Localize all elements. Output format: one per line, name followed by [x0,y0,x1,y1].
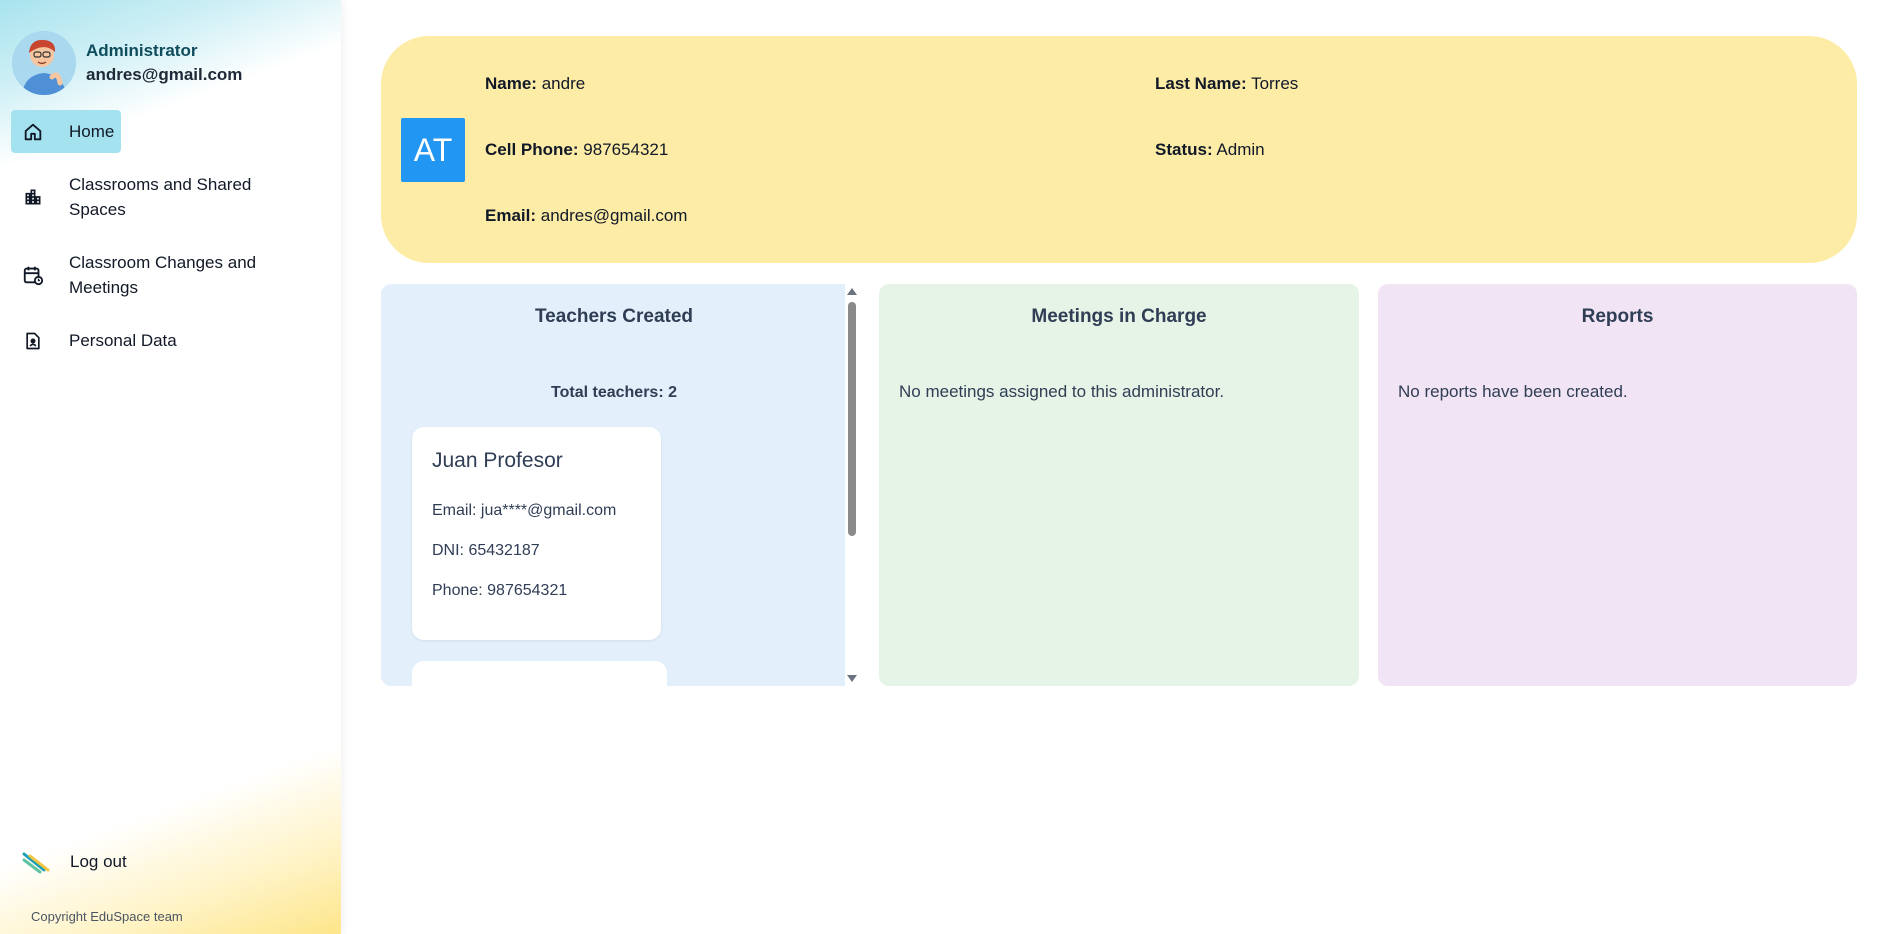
sidebar-item-label: Classroom Changes and Meetings [69,253,257,297]
name-label: Name: [485,74,537,93]
scroll-thumb[interactable] [848,302,856,536]
teacher-email: Email: jua****@gmail.com [432,502,617,519]
teacher-dni: DNI: 65432187 [432,542,540,559]
building-icon [21,185,45,209]
avatar [12,31,76,95]
profile-card: AT Name: andre Last Name: Torres Cell Ph… [381,36,1857,263]
logout-icon [22,850,50,874]
name-field: Name: andre [485,74,585,94]
last-name-field: Last Name: Torres [1155,74,1298,94]
meetings-panel: Meetings in Charge No meetings assigned … [879,284,1359,686]
sidebar-item-label: Personal Data [69,331,177,350]
home-icon [21,120,45,144]
status-field: Status: Admin [1155,140,1265,160]
teacher-name: Juan Profesor [432,449,563,472]
logout-button[interactable]: Log out [22,850,127,874]
reports-panel: Reports No reports have been created. [1378,284,1857,686]
meetings-panel-title: Meetings in Charge [1031,306,1207,327]
sidebar-item-label: Classrooms and Shared Spaces [69,175,252,219]
name-value: andre [541,74,586,93]
sidebar-item-personal-data[interactable]: Personal Data [11,328,177,353]
status-label: Status: [1155,140,1213,159]
sidebar: Administrator andres@gmail.com Home Clas… [0,0,341,934]
total-teachers: Total teachers: 2 [551,384,677,401]
user-profile: Administrator andres@gmail.com [12,31,242,95]
reports-panel-title: Reports [1581,306,1654,327]
copyright-text: Copyright EduSpace team [31,909,183,924]
scroll-down-arrow-icon[interactable] [847,675,857,682]
teacher-card[interactable] [412,661,667,686]
user-email: andres@gmail.com [86,65,243,84]
initials-avatar: AT [401,118,465,182]
user-role: Administrator [86,41,198,60]
logout-label: Log out [70,852,127,871]
sidebar-item-home[interactable]: Home [11,110,121,153]
sidebar-nav: Home Classrooms and Shared Spaces Classr… [11,110,331,350]
last-name-value: Torres [1251,74,1299,93]
sidebar-item-label: Home [69,122,115,141]
meetings-empty-message: No meetings assigned to this administrat… [899,382,1225,401]
calendar-clock-icon [21,263,45,287]
reports-empty-message: No reports have been created. [1398,382,1628,401]
sidebar-item-classrooms[interactable]: Classrooms and Shared Spaces [11,172,279,222]
cell-phone-field: Cell Phone: 987654321 [485,140,668,160]
app-root: Administrator andres@gmail.com Home Clas… [0,0,1878,934]
teachers-panel: Teachers Created Total teachers: 2 Juan … [381,284,859,686]
email-field: Email: andres@gmail.com [485,206,687,226]
cell-phone-value: 987654321 [583,140,669,159]
sidebar-item-classroom-changes[interactable]: Classroom Changes and Meetings [11,250,284,300]
scroll-up-arrow-icon[interactable] [847,288,857,295]
teacher-card[interactable]: Juan Profesor Email: jua****@gmail.com D… [412,427,661,640]
teachers-scrollbar[interactable] [845,284,859,686]
document-person-icon [21,329,45,353]
teachers-panel-title: Teachers Created [534,306,694,327]
email-value: andres@gmail.com [540,206,688,225]
teacher-phone: Phone: 987654321 [432,582,568,599]
email-label: Email: [485,206,537,225]
status-value: Admin [1216,140,1265,159]
cell-phone-label: Cell Phone: [485,140,579,159]
last-name-label: Last Name: [1155,74,1247,93]
